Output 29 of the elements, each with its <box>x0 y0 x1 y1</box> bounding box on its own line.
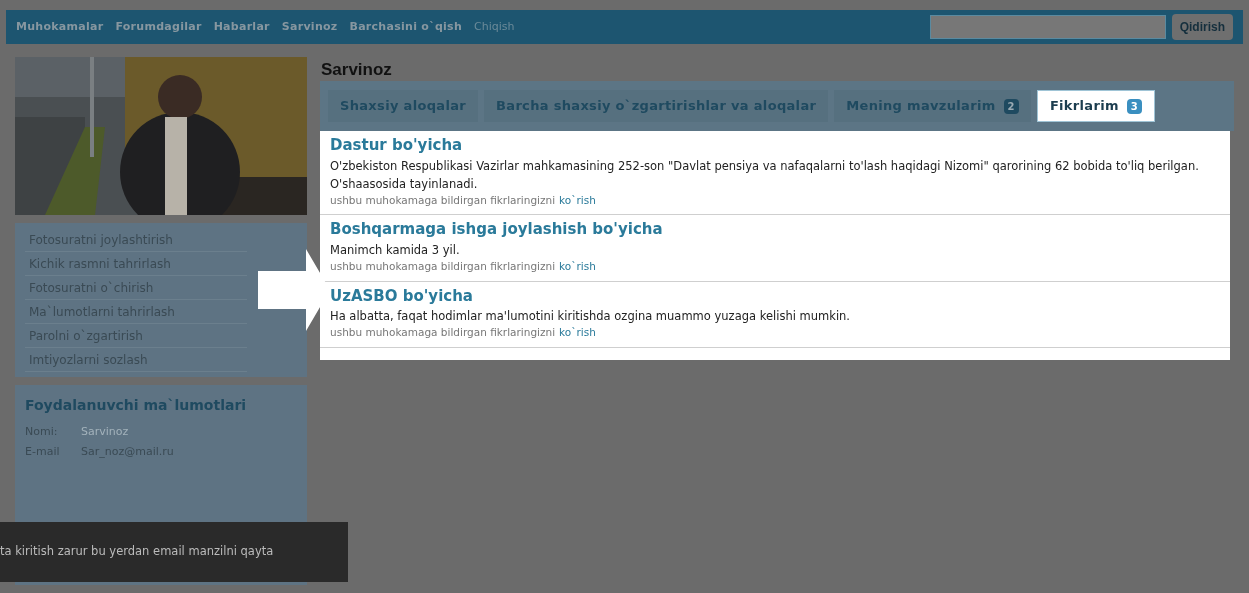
nav-link[interactable]: Muhokamalar <box>16 18 104 36</box>
tab[interactable]: Mening mavzularim 2 <box>834 90 1031 122</box>
tab[interactable]: Fikrlarim 3 <box>1036 90 1156 122</box>
nav-link[interactable]: Barchasini o`qish <box>349 18 463 36</box>
view-link[interactable]: ko`rish <box>559 325 596 341</box>
tab[interactable]: Shaxsiy aloqalar <box>328 90 479 122</box>
view-link[interactable]: ko`rish <box>559 192 596 209</box>
nav-link[interactable]: Forumdagilar <box>115 18 202 36</box>
panel-title: Foydalanuvchi ma`lumotlari <box>25 396 248 415</box>
search-button[interactable]: Qidirish <box>1171 14 1233 40</box>
comment-text: Manimch kamida 3 yil. <box>330 241 461 259</box>
search-field[interactable] <box>929 15 1166 39</box>
count-badge: 3 <box>1126 98 1143 114</box>
comment-text: O'zbekiston Respublikasi Vazirlar mahkamasining 252-son "Davlat pensiya va nafaqalarni to'lash haqidagi Nizomi" qarorining 62 bobida to'liq berilgan. O'shaasosida tayinlanadi. <box>330 157 1200 193</box>
nav-link[interactable]: Chiqish <box>474 18 515 36</box>
nav-link[interactable]: Habarlar <box>213 18 270 36</box>
comment-note: ushbu muhokamaga bildirgan fikrlaringizni <box>330 325 556 340</box>
comment-note: ushbu muhokamaga bildirgan fikrlaringizni <box>330 258 556 274</box>
view-link[interactable]: ko`rish <box>559 258 596 275</box>
comment-title[interactable]: Dastur bo'yicha <box>330 134 1220 157</box>
comment-title[interactable]: Boshqarmaga ishga joylashish bo'yicha <box>330 218 1220 241</box>
count-badge: 2 <box>1003 98 1019 114</box>
nav-link[interactable]: Sarvinoz <box>281 18 338 36</box>
page-title: Sarvinoz <box>321 59 393 81</box>
info-value: Sarvinoz <box>81 423 129 440</box>
toast-message: ta kiritish zarur bu yerdan email manzilni qayta <box>0 522 348 582</box>
comment-title[interactable]: UzASBO bo'yicha <box>330 284 1220 307</box>
comment-text: Ha albatta, faqat hodimlar ma'lumotini kiritishda ozgina muammo yuzaga kelishi mumkin. <box>330 308 852 325</box>
comment-note: ushbu muhokamaga bildirgan fikrlaringizni <box>330 192 556 208</box>
